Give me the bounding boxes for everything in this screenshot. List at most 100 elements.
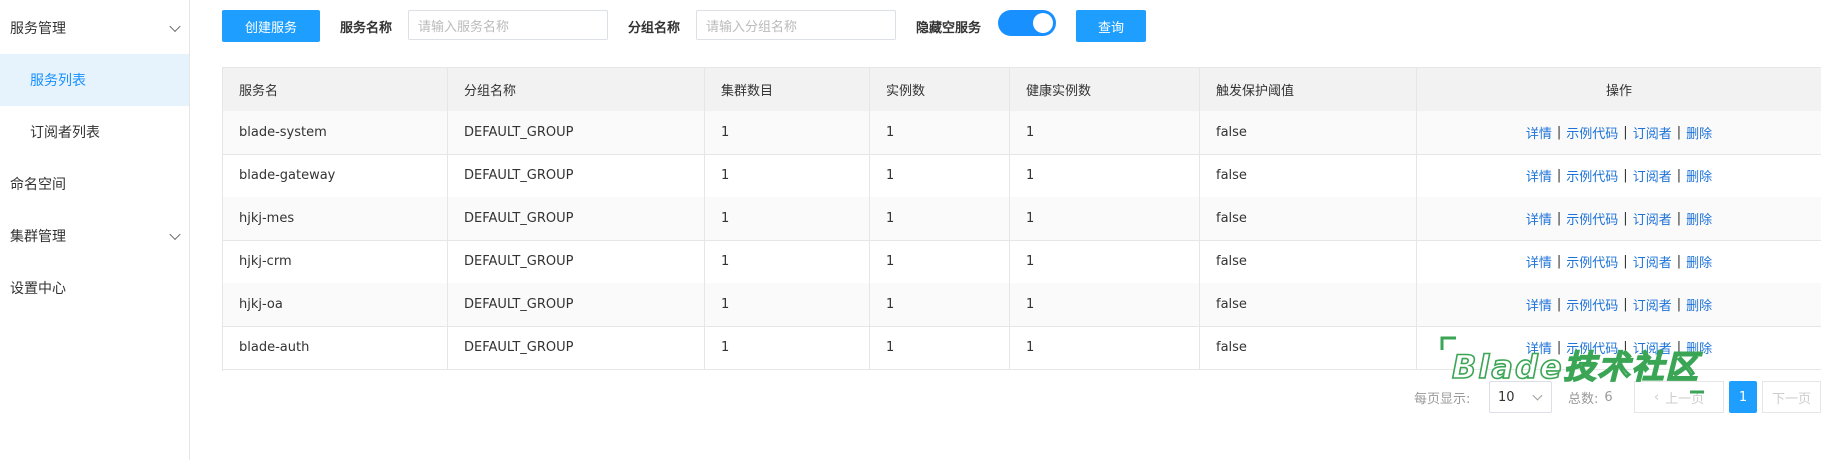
chevron-down-icon bbox=[169, 228, 181, 241]
subscribers-link[interactable]: 订阅者 bbox=[1633, 338, 1672, 357]
table-cell: 1 bbox=[870, 111, 1010, 154]
subscribers-link[interactable]: 订阅者 bbox=[1633, 166, 1672, 185]
table-cell: 1 bbox=[1010, 240, 1200, 283]
next-page-button[interactable]: 下一页 bbox=[1762, 381, 1821, 413]
action-separator: | bbox=[1676, 168, 1682, 183]
sample-code-link[interactable]: 示例代码 bbox=[1566, 209, 1618, 228]
chevron-down-icon bbox=[1532, 390, 1543, 401]
action-separator: | bbox=[1676, 125, 1682, 140]
table-cell: 1 bbox=[870, 240, 1010, 283]
action-separator: | bbox=[1623, 168, 1628, 183]
action-separator: | bbox=[1556, 168, 1562, 183]
prev-page-label: 上一页 bbox=[1665, 391, 1705, 407]
group-name-input[interactable]: 请输入分组名称 bbox=[696, 10, 896, 40]
sample-code-link[interactable]: 示例代码 bbox=[1566, 123, 1618, 142]
table-cell: false bbox=[1200, 326, 1417, 369]
delete-link[interactable]: 删除 bbox=[1686, 338, 1712, 357]
table-cell: hjkj-mes bbox=[223, 197, 448, 240]
hide-empty-toggle[interactable] bbox=[998, 10, 1056, 36]
column-header: 操作 bbox=[1417, 68, 1821, 111]
action-separator: | bbox=[1676, 254, 1682, 269]
table-cell: DEFAULT_GROUP bbox=[448, 326, 705, 369]
table-row: hjkj-crm DEFAULT_GROUP 1 1 1 false 详情 | 示例代码 | 订阅者… bbox=[223, 240, 1821, 284]
subscribers-link[interactable]: 订阅者 bbox=[1633, 209, 1672, 228]
sample-code-link[interactable]: 示例代码 bbox=[1566, 166, 1618, 185]
table-cell: DEFAULT_GROUP bbox=[448, 240, 705, 283]
table-cell: blade-gateway bbox=[223, 154, 448, 197]
column-header: 触发保护阈值 bbox=[1200, 68, 1417, 111]
table-row: blade-auth DEFAULT_GROUP 1 1 1 false 详情 | 示例代码 | 订… bbox=[223, 326, 1821, 370]
pagination: 每页显示: 10 总数: 6 ‹ 上一页 1 下一页 bbox=[0, 380, 1821, 414]
delete-link[interactable]: 删除 bbox=[1686, 252, 1712, 271]
sample-code-link[interactable]: 示例代码 bbox=[1566, 252, 1618, 271]
subscribers-link[interactable]: 订阅者 bbox=[1633, 252, 1672, 271]
sidebar-item-settings-center[interactable]: 设置中心 bbox=[0, 262, 189, 314]
table-cell: 1 bbox=[705, 197, 870, 240]
sidebar-item-namespace[interactable]: 命名空间 bbox=[0, 158, 189, 210]
query-button[interactable]: 查询 bbox=[1076, 10, 1146, 42]
table-cell: false bbox=[1200, 197, 1417, 240]
toggle-knob bbox=[1033, 13, 1053, 33]
chevron-down-icon bbox=[169, 20, 181, 33]
filter-toolbar: 创建服务 服务名称 请输入服务名称 分组名称 请输入分组名称 隐藏空服务 查询 bbox=[222, 0, 1821, 50]
detail-link[interactable]: 详情 bbox=[1526, 252, 1552, 271]
action-separator: | bbox=[1556, 340, 1562, 355]
sidebar-item-service-management[interactable]: 服务管理 bbox=[0, 2, 189, 54]
detail-link[interactable]: 详情 bbox=[1526, 338, 1552, 357]
action-separator: | bbox=[1623, 340, 1628, 355]
create-service-button[interactable]: 创建服务 bbox=[222, 10, 320, 42]
subscribers-link[interactable]: 订阅者 bbox=[1633, 123, 1672, 142]
service-table: 服务名 分组名称 集群数目 实例数 健康实例数 触发保护阈值 操作 blade-… bbox=[222, 67, 1821, 371]
page-1-button[interactable]: 1 bbox=[1729, 381, 1757, 413]
sidebar-item-subscriber-list[interactable]: 订阅者列表 bbox=[0, 106, 189, 158]
column-header: 实例数 bbox=[870, 68, 1010, 111]
table-cell: 1 bbox=[705, 240, 870, 283]
table-cell: blade-system bbox=[223, 111, 448, 154]
sidebar-item-label: 服务列表 bbox=[30, 73, 86, 89]
sidebar-item-cluster-management[interactable]: 集群管理 bbox=[0, 210, 189, 262]
delete-link[interactable]: 删除 bbox=[1686, 166, 1712, 185]
column-header: 集群数目 bbox=[705, 68, 870, 111]
action-separator: | bbox=[1623, 254, 1628, 269]
action-separator: | bbox=[1676, 211, 1682, 226]
table-cell: 1 bbox=[1010, 197, 1200, 240]
column-header: 分组名称 bbox=[448, 68, 705, 111]
page-size-label: 每页显示: bbox=[1414, 391, 1471, 407]
table-cell: 1 bbox=[870, 326, 1010, 369]
table-row: blade-gateway DEFAULT_GROUP 1 1 1 false 详情 | 示例代… bbox=[223, 154, 1821, 198]
page-size-select[interactable]: 10 bbox=[1489, 381, 1552, 413]
row-actions: 详情 | 示例代码 | 订阅者 | 删除 bbox=[1417, 283, 1821, 326]
action-separator: | bbox=[1623, 125, 1628, 140]
delete-link[interactable]: 删除 bbox=[1686, 123, 1712, 142]
delete-link[interactable]: 删除 bbox=[1686, 209, 1712, 228]
action-separator: | bbox=[1556, 125, 1562, 140]
table-row: hjkj-oa DEFAULT_GROUP 1 1 1 false 详情 | 示例代码 | 订阅者 |… bbox=[223, 283, 1821, 327]
detail-link[interactable]: 详情 bbox=[1526, 295, 1552, 314]
sample-code-link[interactable]: 示例代码 bbox=[1566, 338, 1618, 357]
table-cell: DEFAULT_GROUP bbox=[448, 111, 705, 154]
table-cell: 1 bbox=[705, 283, 870, 326]
table-cell: 1 bbox=[870, 197, 1010, 240]
table-cell: DEFAULT_GROUP bbox=[448, 154, 705, 197]
sample-code-link[interactable]: 示例代码 bbox=[1566, 295, 1618, 314]
detail-link[interactable]: 详情 bbox=[1526, 123, 1552, 142]
row-actions: 详情 | 示例代码 | 订阅者 | 删除 bbox=[1417, 111, 1821, 154]
subscribers-link[interactable]: 订阅者 bbox=[1633, 295, 1672, 314]
service-name-input[interactable]: 请输入服务名称 bbox=[408, 10, 608, 40]
column-header: 健康实例数 bbox=[1010, 68, 1200, 111]
total-count: 总数: 6 bbox=[1568, 380, 1613, 414]
table-cell: DEFAULT_GROUP bbox=[448, 283, 705, 326]
group-name-label: 分组名称 bbox=[628, 21, 681, 36]
sidebar-item-label: 订阅者列表 bbox=[30, 125, 100, 141]
prev-page-button[interactable]: ‹ 上一页 bbox=[1634, 381, 1724, 413]
column-header: 服务名 bbox=[223, 68, 448, 111]
delete-link[interactable]: 删除 bbox=[1686, 295, 1712, 314]
table-row: blade-system DEFAULT_GROUP 1 1 1 false 详情 | 示例代码… bbox=[223, 111, 1821, 155]
sidebar-item-service-list[interactable]: 服务列表 bbox=[0, 54, 189, 106]
detail-link[interactable]: 详情 bbox=[1526, 166, 1552, 185]
detail-link[interactable]: 详情 bbox=[1526, 209, 1552, 228]
table-cell: blade-auth bbox=[223, 326, 448, 369]
table-cell: hjkj-oa bbox=[223, 283, 448, 326]
row-actions: 详情 | 示例代码 | 订阅者 | 删除 bbox=[1417, 154, 1821, 197]
service-name-label: 服务名称 bbox=[340, 21, 393, 36]
